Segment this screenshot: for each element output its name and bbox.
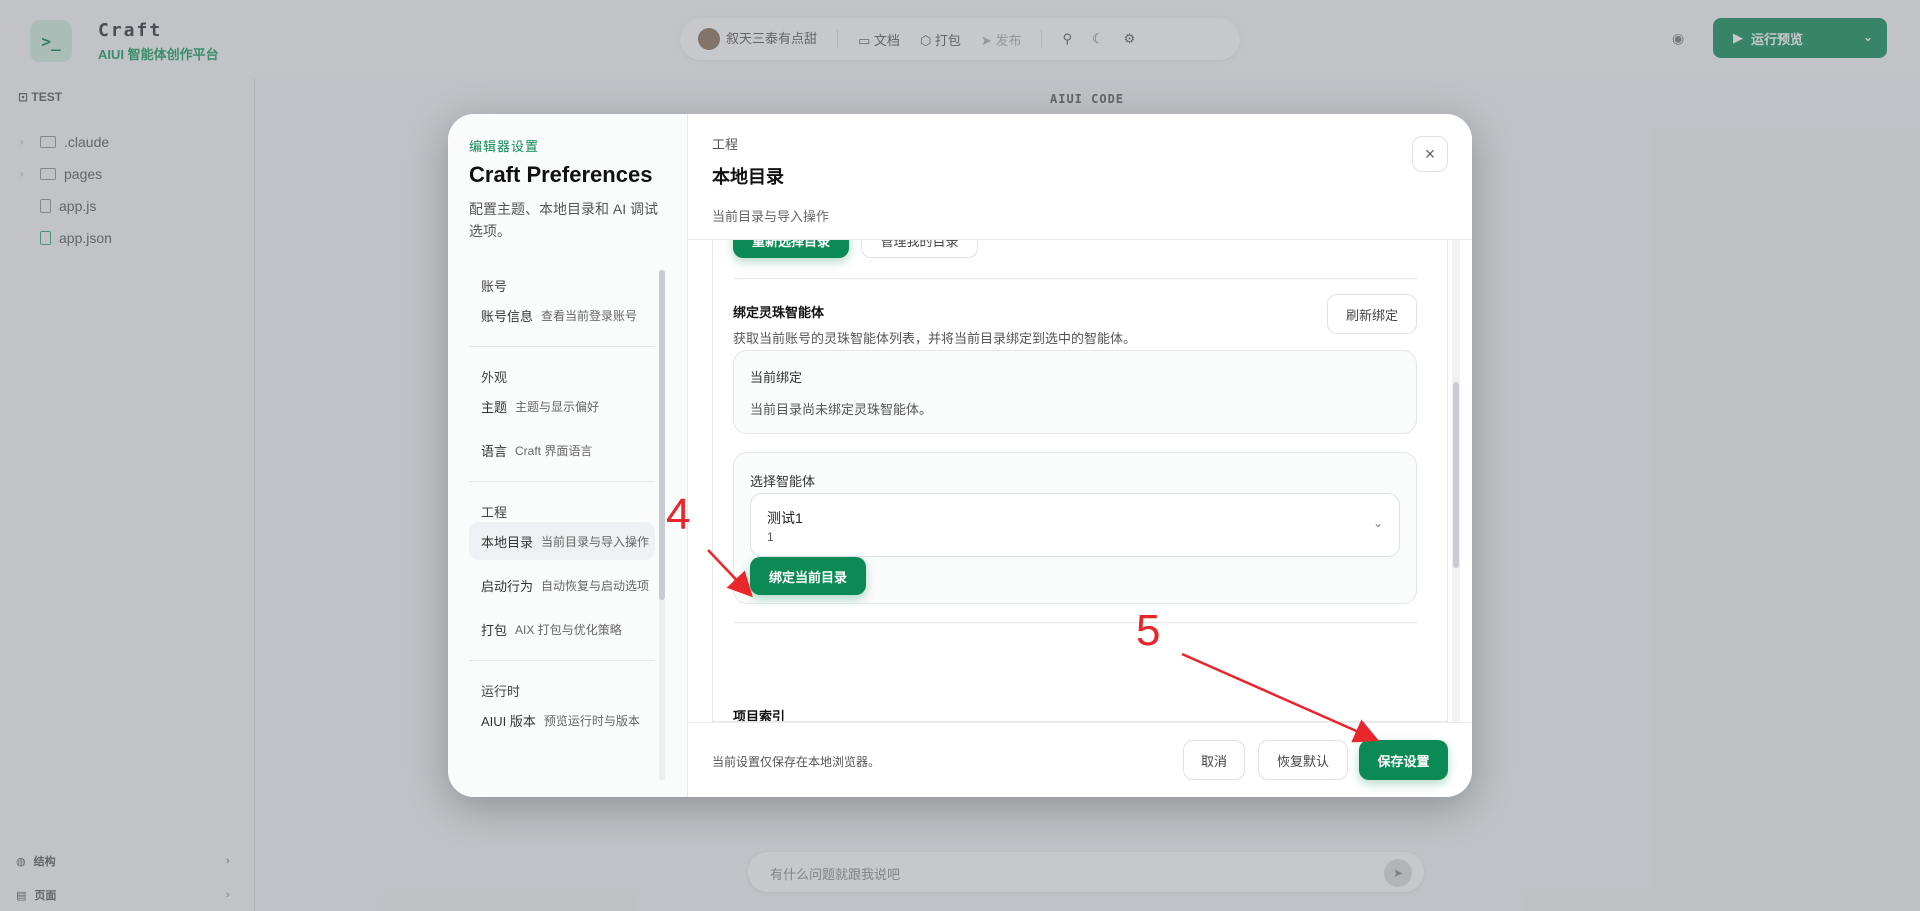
nav-item-package[interactable]: 打包 AIX 打包与优化策略 <box>469 610 655 648</box>
preferences-nav: 账号 账号信息 查看当前登录账号 外观 主题 主题与显示偏好 语言 Craft 界面语… <box>469 264 655 784</box>
nav-item-theme[interactable]: 主题 主题与显示偏好 <box>469 387 655 425</box>
content-scrollbar[interactable] <box>1452 240 1460 722</box>
chevron-down-icon: ⌄ <box>1372 516 1383 530</box>
agent-select-id: 1 <box>767 530 774 544</box>
current-binding-text: 当前目录尚未绑定灵珠智能体。 <box>750 402 933 417</box>
nav-item-local-directory[interactable]: 本地目录 当前目录与导入操作 <box>469 522 655 560</box>
manage-directory-button[interactable]: 管理我的目录 <box>861 240 978 258</box>
nav-item-account-info[interactable]: 账号信息 查看当前登录账号 <box>469 296 655 334</box>
nav-group-title: 工程 <box>481 505 508 520</box>
section-eyebrow: 工程 <box>712 137 739 152</box>
nav-item-language[interactable]: 语言 Craft 界面语言 <box>469 431 655 469</box>
preferences-content: 工程 本地目录 当前目录与导入操作 × 重新选择目录 管理我的目录 绑定灵珠智能… <box>688 114 1472 797</box>
divider <box>733 622 1417 623</box>
content-header: 工程 本地目录 当前目录与导入操作 × <box>688 114 1472 240</box>
save-settings-button[interactable]: 保存设置 <box>1359 740 1448 780</box>
refresh-binding-button[interactable]: 刷新绑定 <box>1327 294 1417 334</box>
divider <box>733 278 1417 279</box>
select-agent-label: 选择智能体 <box>750 474 816 489</box>
bind-section-title: 绑定灵珠智能体 <box>733 305 825 320</box>
current-binding-card: 当前绑定 当前目录尚未绑定灵珠智能体。 <box>733 350 1417 434</box>
modal-title: Craft Preferences <box>469 162 653 187</box>
divider <box>469 481 655 482</box>
agent-select[interactable]: 测试1 1 ⌄ <box>750 493 1400 557</box>
section-subtitle: 当前目录与导入操作 <box>712 209 830 224</box>
bind-directory-button[interactable]: 绑定当前目录 <box>750 557 866 595</box>
bind-section-desc: 获取当前账号的灵珠智能体列表，并将当前目录绑定到选中的智能体。 <box>733 331 1137 346</box>
nav-group-title: 外观 <box>481 370 508 385</box>
agent-select-name: 测试1 <box>767 510 803 526</box>
nav-item-aiui-version[interactable]: AIUI 版本 预览运行时与版本 <box>469 701 655 739</box>
scrollbar-thumb[interactable] <box>659 270 665 600</box>
current-binding-label: 当前绑定 <box>750 370 803 385</box>
section-title: 本地目录 <box>712 167 784 187</box>
reselect-directory-button[interactable]: 重新选择目录 <box>733 240 849 258</box>
sidebar-scrollbar[interactable] <box>659 270 665 780</box>
nav-item-startup[interactable]: 启动行为 自动恢复与启动选项 <box>469 566 655 604</box>
select-agent-card: 选择智能体 测试1 1 ⌄ 绑定当前目录 <box>733 452 1417 604</box>
preferences-modal: 编辑器设置 Craft Preferences 配置主题、本地目录和 AI 调试… <box>448 114 1472 797</box>
annotation-step-4: 4 <box>666 490 691 539</box>
divider <box>469 346 655 347</box>
modal-description: 配置主题、本地目录和 AI 调试选项。 <box>469 201 659 239</box>
cancel-button[interactable]: 取消 <box>1183 740 1245 780</box>
content-body[interactable]: 重新选择目录 管理我的目录 绑定灵珠智能体 获取当前账号的灵珠智能体列表，并将当… <box>712 240 1448 722</box>
index-section-title: 项目索引 <box>733 709 786 722</box>
sidebar-eyebrow: 编辑器设置 <box>469 139 540 154</box>
reset-defaults-button[interactable]: 恢复默认 <box>1258 740 1348 780</box>
footer-note: 当前设置仅保存在本地浏览器。 <box>712 755 881 769</box>
scrollbar-thumb[interactable] <box>1453 382 1459 568</box>
divider <box>469 660 655 661</box>
annotation-step-5: 5 <box>1136 606 1161 655</box>
content-footer: 当前设置仅保存在本地浏览器。 取消 恢复默认 保存设置 <box>688 722 1472 797</box>
close-icon[interactable]: × <box>1412 136 1448 172</box>
nav-group-title: 账号 <box>481 279 508 294</box>
preferences-sidebar: 编辑器设置 Craft Preferences 配置主题、本地目录和 AI 调试… <box>448 114 688 797</box>
nav-group-title: 运行时 <box>481 684 521 699</box>
